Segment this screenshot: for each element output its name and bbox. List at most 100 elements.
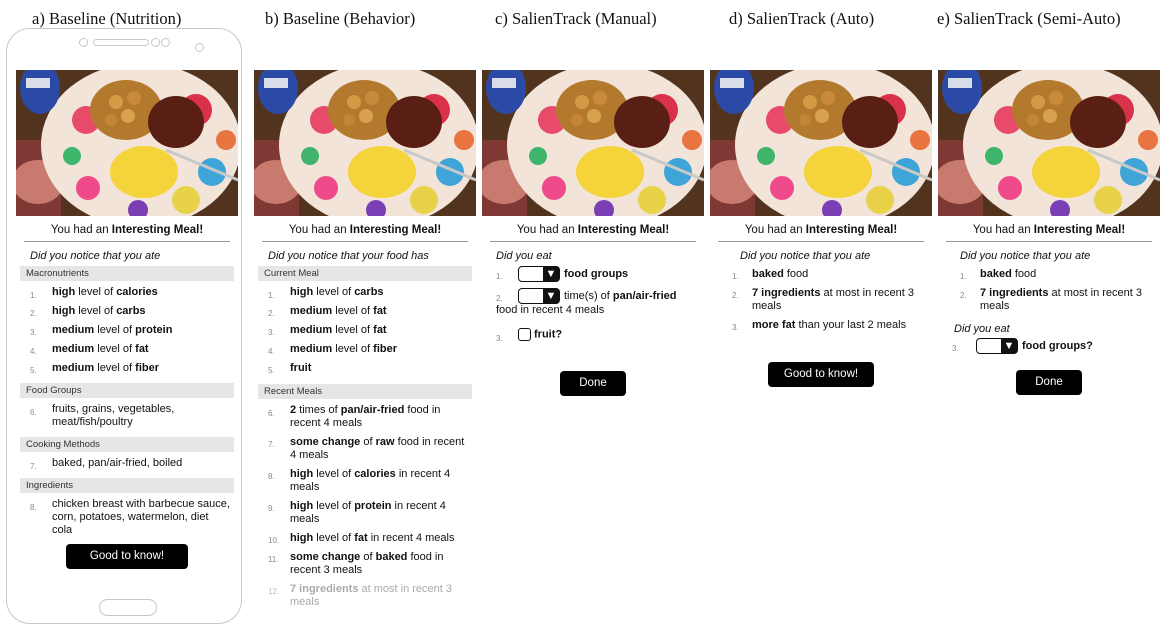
meal-title: You had an Interesting Meal! [16,224,238,236]
had-prefix: You had an [744,224,806,236]
connector: times of [296,404,341,416]
list-item: 4. medium level of fiber [254,337,476,356]
level: medium [290,324,333,336]
meal-label: Interesting Meal! [577,224,670,236]
level-word: level of [75,286,117,298]
nutrient: carbs [354,286,384,298]
food-group-list: 6. fruits, grains, vegetables, meat/fish/… [16,398,238,433]
caption-baseline-behavior: b) Baseline (Behavior) [265,9,416,28]
list-item: 2. 7 ingredients at most in recent 3 meal… [710,281,932,313]
divider [262,241,468,242]
nutrient: fat [373,324,387,336]
meal-label: Interesting Meal! [805,224,898,236]
item-number: 2. [496,294,503,303]
list-item: 1. high level of calories [16,281,238,300]
connector: of [360,436,376,448]
sensor-dot [79,38,88,47]
level: medium [290,343,333,355]
level-word: level of [332,324,374,336]
section-current-meal: Current Meal [258,266,472,281]
list-item: 8. high level of calories in recent 4 mea… [254,462,476,494]
emphasis: baked [375,551,408,563]
item-number: 9. [268,504,275,513]
divider [718,241,924,242]
prompt-did-you-eat: Did you eat [954,323,1010,335]
item-number: 3. [496,334,503,343]
caption-salientrack-manual: c) SalienTrack (Manual) [495,9,657,28]
item-text: fruits, grains, vegetables, meat/fish/po… [52,403,175,428]
list-item: 3. more fat than your last 2 meals [710,313,932,332]
item-text: food groups? [1022,339,1093,352]
recent-meals-list: 6. 2 times of pan/air-fried food in recen… [254,399,476,609]
done-button[interactable]: Done [1016,370,1082,395]
list-item: 10. high level of fat in recent 4 meals [254,526,476,545]
connector: level of [313,532,355,544]
emphasis: high [290,500,314,512]
done-button[interactable]: Done [560,371,626,397]
ingredient-list: 8. chicken breast with barbecue sauce, co… [16,493,238,544]
emphasis: pan/air-fried [612,289,677,302]
had-prefix: You had an [288,224,350,236]
nutrient: calories [116,286,158,298]
item-text: in recent 4 meals [367,532,455,544]
list-item: 1. baked food [710,262,932,281]
caption-baseline-nutrition: a) Baseline (Nutrition) [32,9,182,28]
meal-title: You had an Interesting Meal! [938,224,1160,236]
connector: level of [313,500,355,512]
section-macronutrients: Macronutrients [20,266,234,281]
level: medium [52,362,95,374]
section-ingredients: Ingredients [20,478,234,493]
food-groups-dropdown[interactable]: ▼ [518,266,560,282]
level-word: level of [313,286,355,298]
meal-photo [16,70,238,216]
nutrient-list: 1. high level of calories 2. high level of… [16,281,238,379]
emphasis: 7 ingredients [980,287,1049,299]
good-to-know-button[interactable]: Good to know! [768,362,874,387]
times-dropdown[interactable]: ▼ [518,288,560,304]
emphasis: pan/air-fried [340,404,405,416]
prompt: Did you notice that you ate [960,250,1091,262]
level-word: level of [75,305,117,317]
divider [490,241,696,242]
item-number: 7. [268,440,275,449]
question-list: 1. ▼ food groups 2. ▼ time(s) of pan/air-fri… [482,262,704,343]
item-text: food [1011,268,1037,280]
list-item: 7. baked, pan/air-fried, boiled [16,452,238,471]
list-item: 2. ▼ time(s) of pan/air-fried food in recen… [482,282,704,317]
item-number: 8. [268,472,275,481]
list-item: 2. 7 ingredients at most in recent 3 meal… [938,281,1160,313]
item-number: 6. [268,409,275,418]
good-to-know-button[interactable]: Good to know! [66,544,188,569]
fruit-checkbox[interactable] [518,328,531,341]
item-number: 7. [30,462,37,471]
level-word: level of [94,324,136,336]
level: high [290,286,314,298]
panel-salientrack-auto: You had an Interesting Meal! Did you not… [710,70,932,387]
meal-photo [938,70,1160,216]
section-food-groups: Food Groups [20,383,234,398]
home-button[interactable] [99,599,157,616]
list-item: 1. baked food [938,262,1160,281]
section-cooking-methods: Cooking Methods [20,437,234,452]
meal-title: You had an Interesting Meal! [710,224,932,236]
emphasis: fat [354,532,368,544]
food-groups-dropdown[interactable]: ▼ [976,338,1018,354]
item-text: food [783,268,809,280]
list-item: 9. high level of protein in recent 4 meal… [254,494,476,526]
list-item: 12. 7 ingredients at most in recent 3 mea… [254,577,476,609]
list-item: 6. 2 times of pan/air-fried food in recen… [254,399,476,430]
level: medium [290,305,333,317]
list-item: 1. ▼ food groups [482,262,704,282]
emphasis: baked [980,268,1012,280]
sensor-dot [161,38,170,47]
emphasis: some change [290,436,361,448]
emphasis: high [290,468,314,480]
panel-salientrack-manual: You had an Interesting Meal! Did you eat… [482,70,704,397]
current-meal-list: 1. high level of carbs 2. medium level of … [254,281,476,380]
emphasis: raw [375,436,395,448]
meal-label: Interesting Meal! [349,224,442,236]
connector: of [360,551,376,563]
prompt: Did you notice that you ate [740,250,871,262]
food: fruit [290,362,312,374]
nutrient: fiber [373,343,397,355]
